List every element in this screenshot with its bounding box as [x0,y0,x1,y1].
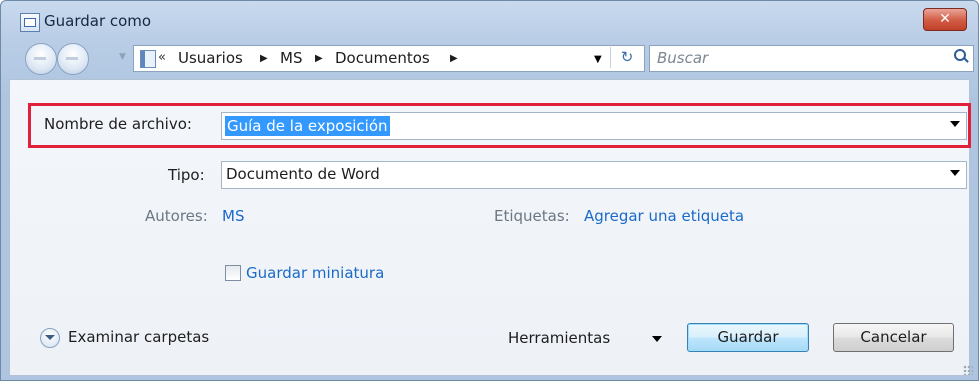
tools-menu[interactable]: Herramientas [508,329,610,347]
tags-label: Etiquetas: [494,207,570,225]
search-input[interactable]: Buscar [649,45,974,72]
save-button[interactable]: Guardar [687,323,809,352]
refresh-icon[interactable]: ↻ [610,47,643,68]
browse-folders-label[interactable]: Examinar carpetas [68,328,209,346]
file-type-dropdown-icon[interactable] [950,170,960,176]
forward-button[interactable] [57,43,89,75]
filename-value[interactable]: Guía de la exposición [225,116,390,136]
save-thumbnail-label[interactable]: Guardar miniatura [246,264,384,282]
folder-icon [140,50,156,68]
address-bar[interactable]: « Usuarios ▶ MS ▶ Documentos ▶ ▼ ↻ [133,45,645,72]
breadcrumb-overflow[interactable]: « [158,50,166,65]
browse-folders-expand-icon[interactable] [40,328,60,348]
search-placeholder: Buscar [657,49,709,67]
navigation-bar: ▼ « Usuarios ▶ MS ▶ Documentos ▶ ▼ ↻ Bus… [1,37,978,77]
tools-dropdown-icon[interactable] [652,336,662,342]
word-document-icon [20,13,40,32]
breadcrumb-chevron-icon[interactable]: ▶ [260,53,268,64]
address-dropdown-icon[interactable]: ▼ [594,54,602,65]
authors-label: Autores: [145,207,208,225]
breadcrumb-item-documentos[interactable]: Documentos [335,49,430,67]
breadcrumb-item-usuarios[interactable]: Usuarios [178,49,243,67]
title-bar[interactable]: Guardar como ✕ [1,1,978,37]
file-type-select[interactable]: Documento de Word [221,161,967,189]
breadcrumb-chevron-icon[interactable]: ▶ [450,53,458,64]
save-thumbnail-checkbox[interactable] [225,265,241,281]
close-button[interactable]: ✕ [923,8,967,31]
type-label: Tipo: [168,166,205,184]
window-title: Guardar como [44,12,152,30]
history-dropdown-icon[interactable]: ▼ [119,52,126,62]
resize-grip[interactable] [963,365,973,375]
filename-field[interactable]: Guía de la exposición [221,112,967,140]
filename-dropdown-icon[interactable] [950,121,960,127]
file-type-value: Documento de Word [226,165,380,183]
breadcrumb-item-ms[interactable]: MS [280,49,302,67]
filename-label: Nombre de archivo: [44,115,192,133]
breadcrumb-chevron-icon[interactable]: ▶ [315,53,323,64]
cancel-button[interactable]: Cancelar [833,323,954,352]
back-button[interactable] [25,43,57,75]
authors-value[interactable]: MS [222,207,244,225]
add-tag-link[interactable]: Agregar una etiqueta [584,207,744,225]
search-icon[interactable] [954,49,969,63]
